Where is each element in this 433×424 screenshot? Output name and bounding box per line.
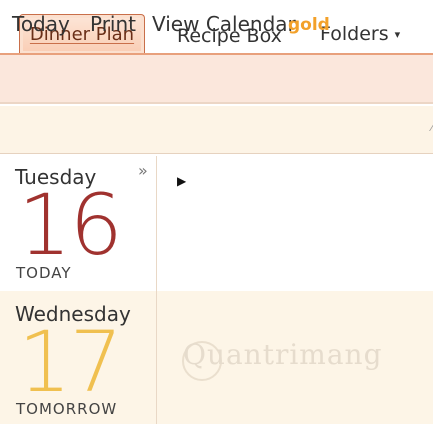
sub-nav-bar [0, 55, 433, 104]
watermark: Quantrimang [183, 338, 383, 371]
gold-badge: gold [288, 15, 330, 35]
column-divider [156, 156, 157, 424]
day-number: 16 [18, 176, 123, 274]
chevron-down-icon: ▾ [394, 28, 401, 41]
day-label: TOMORROW [16, 400, 118, 418]
play-icon[interactable]: ▶ [177, 174, 186, 188]
today-link[interactable]: Today [12, 12, 70, 36]
expand-icon[interactable]: » [138, 161, 148, 180]
tab-folders[interactable]: Folders ▾ [320, 14, 400, 54]
day-number: 17 [18, 313, 123, 411]
tab-folders-label: Folders [320, 23, 389, 45]
print-link[interactable]: Print [90, 12, 136, 36]
toolbar-band [0, 106, 433, 154]
day-label: TODAY [16, 264, 72, 282]
view-calendar-link[interactable]: View Calendar [152, 12, 296, 36]
